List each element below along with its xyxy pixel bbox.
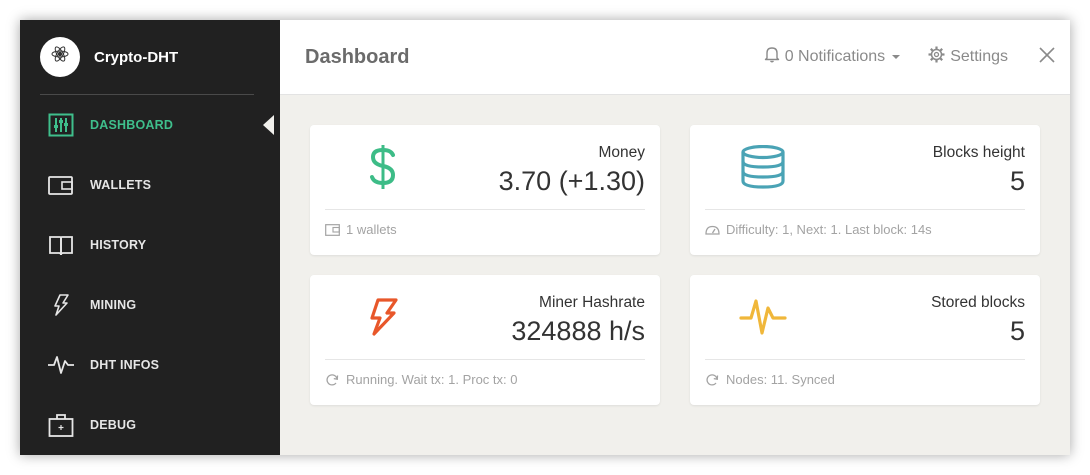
stored-blocks-card: Stored blocks 5 Nodes: 11. Synced xyxy=(690,275,1040,405)
chevron-down-icon xyxy=(892,55,901,59)
lightning-icon xyxy=(47,291,75,319)
card-footer: 1 wallets xyxy=(325,222,397,237)
card-divider xyxy=(705,359,1025,360)
card-footer: Difficulty: 1, Next: 1. Last block: 14s xyxy=(705,222,932,237)
miner-hashrate-footer-text: Running. Wait tx: 1. Proc tx: 0 xyxy=(346,372,518,387)
card-divider xyxy=(325,209,645,210)
dollar-icon xyxy=(340,143,426,191)
sidebar-item-dht-infos[interactable]: DHT INFOS xyxy=(20,335,280,395)
blocks-height-footer-text: Difficulty: 1, Next: 1. Last block: 14s xyxy=(726,222,932,237)
money-value: 3.70 (+1.30) xyxy=(498,166,645,196)
card-title: Blocks height xyxy=(932,144,1025,161)
brand: Crypto-DHT xyxy=(40,20,254,95)
sidebar: Crypto-DHT DASHBOARD WALLETS HISTORY MIN… xyxy=(20,20,280,455)
sliders-icon xyxy=(47,111,75,139)
refresh-icon xyxy=(325,373,341,387)
pulse-icon xyxy=(720,293,806,341)
main-content: Dashboard 0 Notifications Settings Money… xyxy=(280,20,1070,455)
money-card: Money 3.70 (+1.30) 1 wallets xyxy=(310,125,660,255)
sidebar-item-label: HISTORY xyxy=(90,238,147,252)
settings-label: Settings xyxy=(950,48,1008,65)
app-name: Crypto-DHT xyxy=(94,48,179,66)
card-footer: Nodes: 11. Synced xyxy=(705,372,835,387)
sidebar-item-label: DEBUG xyxy=(90,418,137,432)
sidebar-item-label: DASHBOARD xyxy=(90,118,174,132)
sidebar-item-wallets[interactable]: WALLETS xyxy=(20,155,280,215)
blocks-height-card: Blocks height 5 Difficulty: 1, Next: 1. … xyxy=(690,125,1040,255)
stored-blocks-footer-text: Nodes: 11. Synced xyxy=(726,372,835,387)
sidebar-item-mining[interactable]: MINING xyxy=(20,275,280,335)
speedometer-icon xyxy=(705,223,721,237)
card-divider xyxy=(705,209,1025,210)
card-title: Money xyxy=(598,144,645,161)
notifications-label: 0 Notifications xyxy=(784,48,886,65)
top-bar: Dashboard 0 Notifications Settings xyxy=(280,20,1070,95)
bell-icon xyxy=(764,46,780,68)
app-logo xyxy=(40,37,80,77)
sidebar-item-dashboard[interactable]: DASHBOARD xyxy=(20,95,280,155)
sidebar-nav: DASHBOARD WALLETS HISTORY MINING DHT INF… xyxy=(20,95,280,455)
close-button[interactable] xyxy=(1036,46,1058,68)
blocks-height-value: 5 xyxy=(1009,166,1025,196)
sidebar-item-label: WALLETS xyxy=(90,178,152,192)
page-title: Dashboard xyxy=(305,45,410,68)
refresh-icon xyxy=(705,373,721,387)
close-icon xyxy=(1038,46,1056,69)
settings-button[interactable]: Settings xyxy=(928,46,1008,68)
sidebar-item-debug[interactable]: DEBUG xyxy=(20,395,280,455)
pulse-icon xyxy=(47,351,75,379)
money-footer-text: 1 wallets xyxy=(346,222,397,237)
app-window: Crypto-DHT DASHBOARD WALLETS HISTORY MIN… xyxy=(20,20,1070,455)
sidebar-item-label: MINING xyxy=(90,298,137,312)
notifications-dropdown[interactable]: 0 Notifications xyxy=(764,46,901,68)
book-icon xyxy=(47,231,75,259)
gear-icon xyxy=(928,46,945,68)
lightning-icon xyxy=(340,293,426,341)
wallet-icon xyxy=(47,171,75,199)
briefcase-icon xyxy=(47,411,75,439)
sidebar-item-history[interactable]: HISTORY xyxy=(20,215,280,275)
stored-blocks-value: 5 xyxy=(1009,316,1025,346)
sidebar-item-label: DHT INFOS xyxy=(90,358,160,372)
database-icon xyxy=(720,143,806,191)
card-divider xyxy=(325,359,645,360)
active-indicator xyxy=(263,115,274,135)
card-footer: Running. Wait tx: 1. Proc tx: 0 xyxy=(325,372,517,387)
miner-hashrate-card: Miner Hashrate 324888 h/s Running. Wait … xyxy=(310,275,660,405)
card-title: Miner Hashrate xyxy=(539,294,645,311)
card-title: Stored blocks xyxy=(931,294,1025,311)
miner-hashrate-value: 324888 h/s xyxy=(511,316,645,346)
wallet-icon xyxy=(325,223,341,237)
